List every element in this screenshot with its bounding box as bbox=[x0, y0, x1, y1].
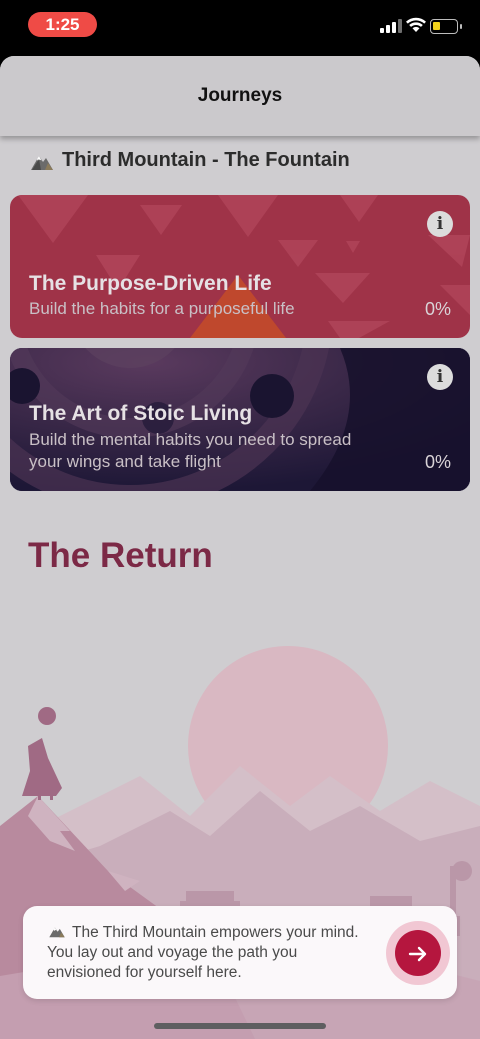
section-heading-the-return: The Return bbox=[28, 536, 213, 575]
info-toast: The Third Mountain empowers your mind. Y… bbox=[23, 906, 457, 999]
toast-text: The Third Mountain empowers your mind. Y… bbox=[47, 924, 359, 981]
journey-card-purpose-driven-life[interactable]: i The Purpose-Driven Life Build the habi… bbox=[10, 195, 470, 338]
mountain-icon bbox=[31, 155, 53, 170]
card-progress: 0% bbox=[424, 452, 451, 472]
card-info-button[interactable]: i bbox=[427, 364, 453, 390]
section-title: Third Mountain - The Fountain bbox=[62, 149, 350, 171]
card-info-button[interactable]: i bbox=[427, 211, 453, 237]
mountain-icon bbox=[49, 927, 65, 938]
navigation-bar: Journeys bbox=[0, 56, 480, 136]
wifi-icon bbox=[406, 17, 426, 32]
journeys-sheet: Journeys Third Mountain - The Fountain i… bbox=[0, 56, 480, 1039]
app-screen: 1:25 Journeys Third Mountain - The Fount… bbox=[0, 0, 480, 1039]
card-progress: 0% bbox=[424, 299, 451, 319]
toast-message: The Third Mountain empowers your mind. Y… bbox=[47, 923, 367, 983]
card-description: Build the habits for a purposeful life bbox=[29, 299, 295, 318]
battery-level bbox=[433, 22, 440, 30]
section-header: Third Mountain - The Fountain bbox=[30, 149, 350, 172]
arrow-right-icon bbox=[408, 946, 427, 962]
card-title: The Art of Stoic Living bbox=[29, 402, 253, 425]
card-description: Build the mental habits you need to spre… bbox=[29, 430, 352, 471]
status-bar: 1:25 bbox=[0, 0, 480, 48]
next-button[interactable] bbox=[395, 930, 441, 976]
battery-icon bbox=[430, 19, 462, 34]
status-time[interactable]: 1:25 bbox=[28, 12, 97, 37]
next-button-ring bbox=[386, 921, 450, 985]
journey-card-stoic-living[interactable]: i The Art of Stoic Living Build the ment… bbox=[10, 348, 470, 491]
cellular-signal-icon bbox=[380, 19, 402, 33]
home-indicator[interactable] bbox=[154, 1023, 326, 1029]
card-title: The Purpose-Driven Life bbox=[29, 272, 272, 295]
page-title: Journeys bbox=[197, 85, 283, 106]
